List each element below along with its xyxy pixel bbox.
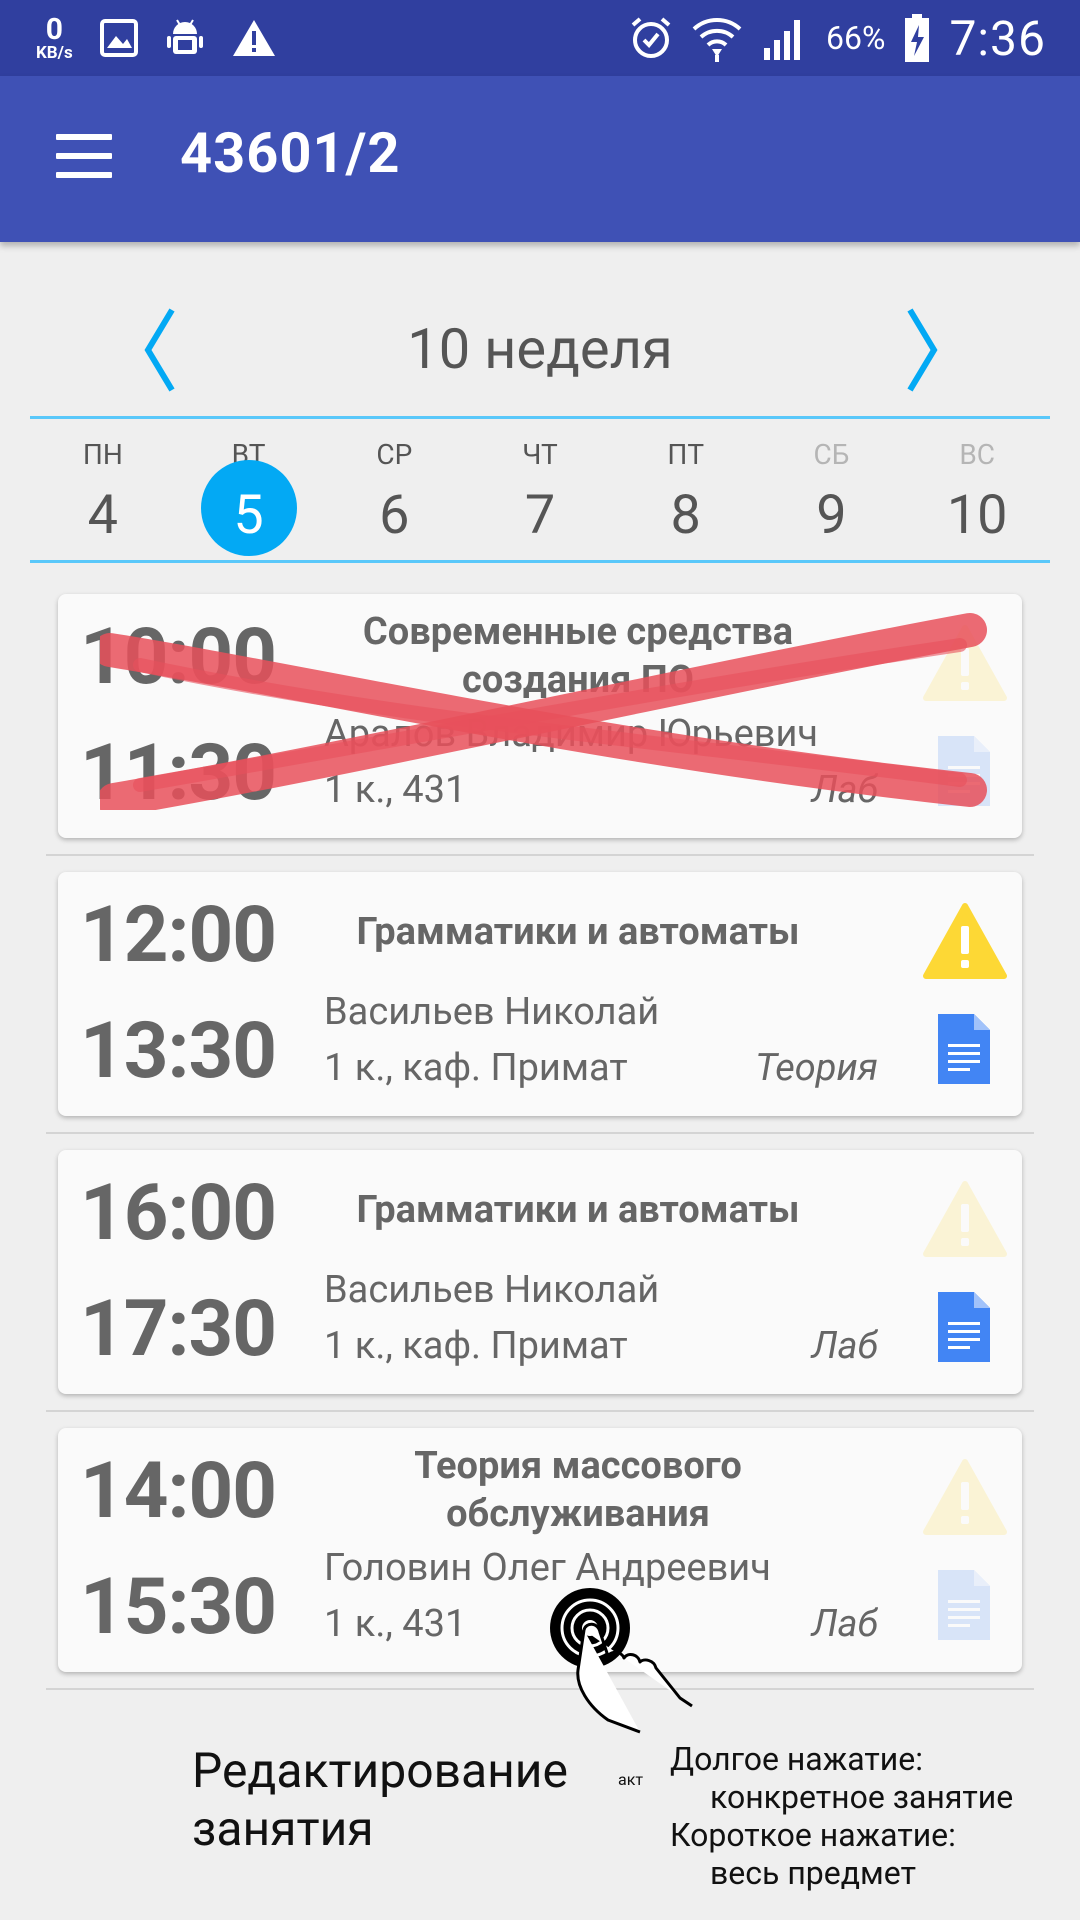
document-icon[interactable] (934, 1010, 994, 1088)
android-debug-icon (166, 19, 203, 54)
document-icon[interactable] (934, 732, 994, 810)
battery-charging-icon (905, 14, 930, 62)
lesson-teacher: Головин Олег Андреевич (324, 1546, 771, 1590)
status-clock: 7:36 (949, 9, 1046, 67)
status-bar: 0 KB/s 66% 7:36 (0, 0, 1080, 76)
day-date: 8 (670, 484, 701, 547)
lesson-card[interactable]: 14:00 15:30 Теория массового обслуживани… (58, 1428, 1022, 1672)
lesson-start-time: 12:00 (80, 890, 277, 981)
day-name: ВС (959, 438, 995, 471)
touch-gesture-icon (550, 1588, 693, 1734)
long-press-text: конкретное занятие (710, 1778, 1014, 1816)
divider (30, 416, 1050, 419)
lesson-card[interactable]: 16:00 17:30 Грамматики и автоматы Василь… (58, 1150, 1022, 1394)
warning-icon (232, 20, 275, 56)
warning-icon[interactable] (922, 902, 1008, 980)
warning-icon[interactable] (922, 624, 1008, 702)
lesson-teacher: Васильев Николай (324, 1268, 660, 1312)
chevron-right-icon[interactable] (890, 302, 950, 398)
battery-percent: 66% (826, 19, 886, 57)
lesson-end-time: 11:30 (80, 728, 277, 819)
week-navigation: 10 неделя (0, 290, 1080, 410)
document-icon[interactable] (934, 1288, 994, 1366)
day-selector: ПН 4 ВТ 5 СР 6 ЧТ 7 ПТ 8 СБ 9 ВС 10 (30, 420, 1050, 558)
divider (46, 1132, 1034, 1134)
day-tue[interactable]: ВТ 5 (176, 420, 322, 558)
day-name: СБ (813, 438, 850, 471)
lesson-subject: Грамматики и автоматы (356, 1188, 800, 1232)
lesson-card[interactable]: 10:00 11:30 Современные средства создани… (58, 594, 1022, 838)
data-unit: KB/s (36, 42, 73, 63)
lesson-subject: Современные средства создания ПО (362, 610, 794, 702)
day-mon[interactable]: ПН 4 (30, 420, 176, 558)
lesson-end-time: 17:30 (80, 1284, 277, 1375)
lesson-subject: Грамматики и автоматы (356, 910, 800, 954)
warning-icon[interactable] (922, 1458, 1008, 1536)
lesson-end-time: 15:30 (80, 1562, 277, 1653)
signal-icon (764, 20, 801, 60)
data-rate: 0 (45, 11, 63, 47)
day-thu[interactable]: ЧТ 7 (467, 420, 613, 558)
day-wed[interactable]: СР 6 (321, 420, 467, 558)
day-name: СР (376, 438, 413, 471)
lesson-type: Лаб (811, 768, 878, 812)
page-title: 43601/2 (180, 120, 401, 186)
day-name: ПН (82, 438, 123, 471)
divider (46, 1688, 1034, 1690)
day-fri[interactable]: ПТ 8 (613, 420, 759, 558)
lesson-room: 1 к., 431 (324, 1602, 467, 1646)
lesson-teacher: Васильев Николай (324, 990, 660, 1034)
lesson-type: Лаб (811, 1324, 878, 1368)
day-date: 5 (233, 484, 264, 547)
day-date: 6 (379, 484, 410, 547)
lesson-room: 1 к., каф. Примат (324, 1046, 628, 1090)
lesson-room: 1 к., каф. Примат (324, 1324, 628, 1368)
data-speed: 0 KB/s (36, 11, 73, 63)
day-sat[interactable]: СБ 9 (759, 420, 905, 558)
day-date: 7 (524, 484, 556, 547)
short-press-label: Короткое нажатие: (670, 1816, 956, 1854)
day-name: ПТ (667, 438, 705, 471)
edit-lesson-caption: Редактирование занятия (192, 1742, 568, 1857)
lesson-type: Теория (755, 1046, 878, 1090)
app-bar: 43601/2 (0, 76, 1080, 242)
day-date: 10 (946, 484, 1008, 547)
day-sun[interactable]: ВС 10 (904, 420, 1050, 558)
day-date: 4 (87, 484, 119, 547)
menu-icon[interactable] (56, 134, 112, 184)
lesson-start-time: 14:00 (80, 1446, 277, 1537)
divider (30, 560, 1050, 563)
long-press-label: Долгое нажатие: (670, 1740, 923, 1778)
press-hints: Долгое нажатие: конкретное занятие Корот… (670, 1740, 1013, 1892)
divider (46, 1410, 1034, 1412)
alarm-icon (631, 17, 671, 58)
wifi-icon (692, 18, 742, 62)
divider (46, 854, 1034, 856)
short-press-text: весь предмет (710, 1854, 916, 1892)
lesson-card[interactable]: 12:00 13:30 Грамматики и автоматы Василь… (58, 872, 1022, 1116)
lesson-teacher: Аралов Владимир Юрьевич (324, 712, 819, 756)
document-icon[interactable] (934, 1566, 994, 1644)
lesson-room: 1 к., 431 (324, 768, 467, 812)
image-icon (99, 19, 138, 57)
lesson-start-time: 16:00 (80, 1168, 277, 1259)
day-name: ЧТ (522, 438, 558, 471)
warning-icon[interactable] (922, 1180, 1008, 1258)
lesson-type: Лаб (811, 1602, 878, 1646)
small-label: акт (618, 1770, 644, 1789)
day-date: 9 (816, 484, 847, 547)
lesson-subject: Теория массового обслуживания (414, 1444, 742, 1536)
lesson-end-time: 13:30 (80, 1006, 277, 1097)
lesson-start-time: 10:00 (80, 612, 277, 703)
